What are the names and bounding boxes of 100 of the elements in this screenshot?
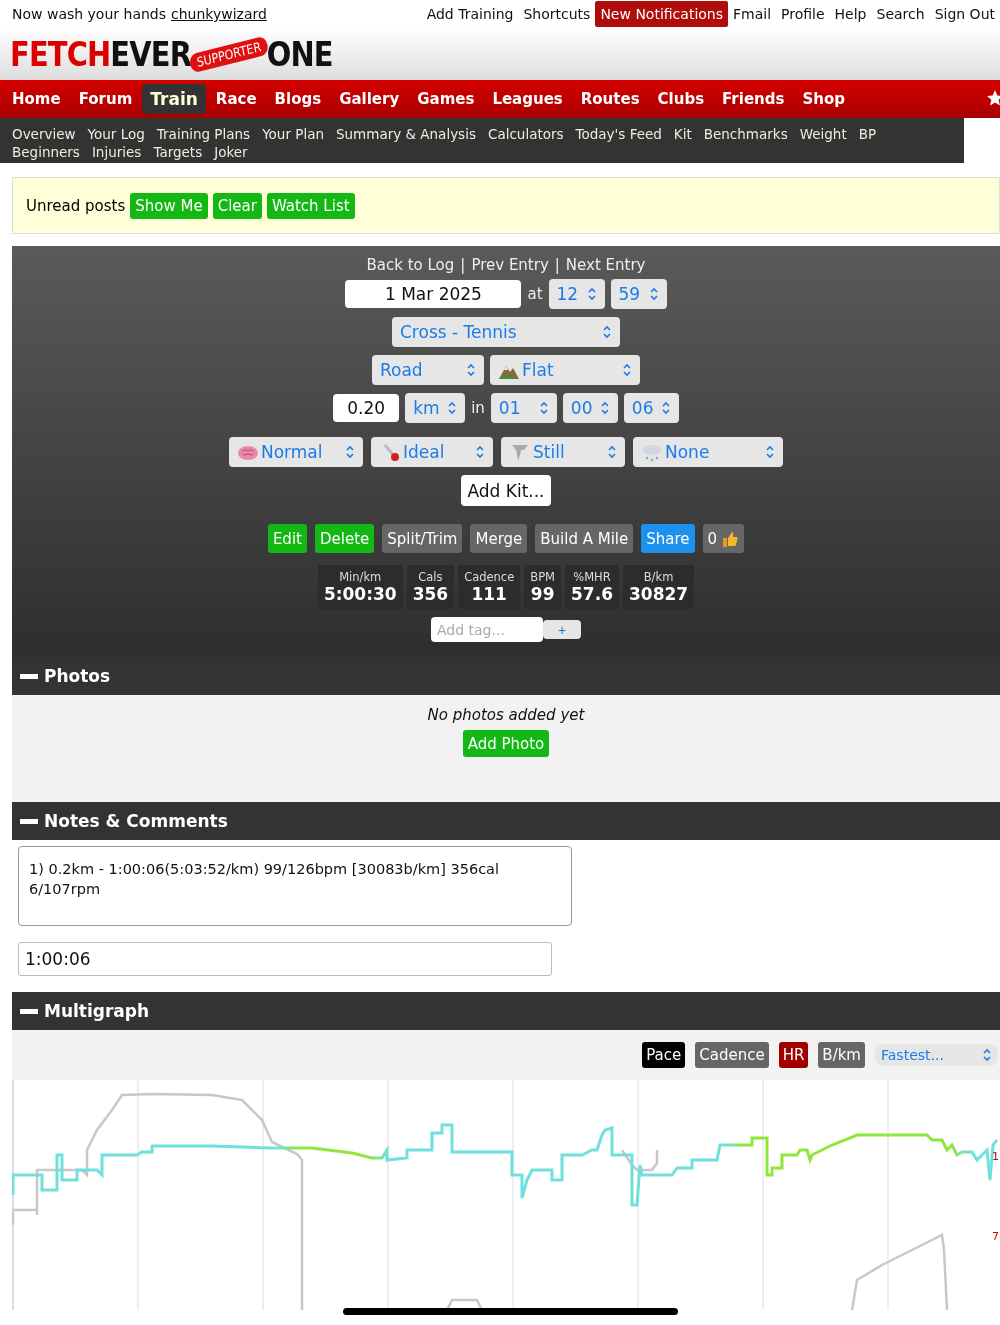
graph-toggle[interactable]: Pace: [642, 1042, 686, 1068]
time-field[interactable]: 1:00:06: [18, 942, 552, 976]
chevron-icon: [648, 287, 659, 301]
sub-nav-link[interactable]: Your Plan: [262, 126, 324, 143]
tornado-icon: [509, 442, 531, 462]
empty-message: No photos added yet: [427, 706, 585, 724]
chevron-icon: [622, 363, 632, 377]
in-label: in: [471, 399, 485, 417]
collapse-icon[interactable]: [20, 1008, 38, 1014]
tag-field[interactable]: Add tag...: [431, 617, 543, 642]
dropdown[interactable]: 00: [562, 393, 618, 423]
chevron-icon: [538, 401, 549, 415]
notice-label: Unread posts: [26, 196, 126, 215]
snow-cloud-icon: [641, 442, 663, 462]
dropdown[interactable]: 59: [610, 279, 667, 309]
collapse-icon[interactable]: [20, 673, 38, 679]
sub-nav-link[interactable]: Your Log: [87, 126, 145, 143]
sub-nav-link[interactable]: Calculators: [487, 126, 564, 143]
dropdown[interactable]: Still: [501, 437, 625, 467]
entry-link[interactable]: Prev Entry: [471, 256, 549, 274]
stat-value: 356: [412, 584, 449, 604]
notes-box[interactable]: 1) 0.2km - 1:00:06(5:03:52/km) 99/126bpm [30083b/km] 356cal 6/107rpm: [18, 846, 572, 926]
sub-nav-link[interactable]: Overview: [12, 126, 76, 143]
sub-nav-link[interactable]: Joker: [214, 144, 248, 161]
top-link[interactable]: Fmail: [728, 1, 777, 27]
top-link[interactable]: New Notifications: [595, 1, 728, 27]
dropdown[interactable]: Cross - Tennis: [392, 317, 620, 347]
stat-value: 30827: [628, 584, 689, 604]
action-button[interactable]: Split/Trim: [382, 524, 463, 553]
add-kit-button[interactable]: Add Kit...: [461, 475, 551, 506]
action-button[interactable]: Build A Mile: [535, 524, 634, 553]
dropdown[interactable]: 12: [548, 279, 605, 309]
dropdown[interactable]: km: [405, 393, 466, 423]
stat-label: BPM: [530, 570, 555, 584]
stat-label: Cals: [418, 570, 443, 584]
graph-toggle[interactable]: Cadence: [695, 1042, 769, 1068]
graph-toggle[interactable]: B/km: [818, 1042, 865, 1068]
nav-tab[interactable]: Race: [207, 80, 265, 118]
star-icon: [986, 89, 1000, 107]
sub-nav-link[interactable]: Weight: [799, 126, 847, 143]
dropdown[interactable]: 01: [490, 393, 557, 423]
sub-nav-link[interactable]: Beginners: [12, 144, 80, 161]
dropdown[interactable]: Flat: [490, 355, 640, 385]
stat-value: 57.6: [571, 584, 613, 604]
nav-tab[interactable]: Leagues: [484, 80, 571, 118]
sub-nav-link[interactable]: Injuries: [91, 144, 142, 161]
graph-toggle[interactable]: HR: [778, 1042, 809, 1068]
nav-tab[interactable]: Gallery: [331, 80, 408, 118]
chevron-icon: [607, 445, 617, 459]
sub-nav-link[interactable]: Training Plans: [156, 126, 251, 143]
username-link[interactable]: chunkywizard: [171, 6, 267, 22]
top-link[interactable]: Profile: [776, 1, 830, 27]
section-title: Multigraph: [44, 1001, 150, 1021]
dropdown[interactable]: Normal: [229, 437, 363, 467]
nav-tab[interactable]: Train: [142, 84, 206, 114]
sub-nav-link[interactable]: Kit: [673, 126, 692, 143]
dropdown[interactable]: Fastest...: [875, 1044, 998, 1066]
nav-tab[interactable]: Shop: [794, 80, 853, 118]
nav-tab[interactable]: Blogs: [266, 80, 330, 118]
top-link[interactable]: Help: [829, 1, 872, 27]
chevron-icon: [660, 401, 671, 415]
separator-text: |: [460, 256, 466, 274]
entry-link[interactable]: Back to Log: [366, 256, 455, 274]
nav-tab[interactable]: Friends: [714, 80, 793, 118]
action-button[interactable]: 0: [702, 524, 745, 553]
action-button[interactable]: Share: [641, 524, 695, 553]
dropdown[interactable]: 06: [623, 393, 679, 423]
action-button[interactable]: Merge: [470, 524, 528, 553]
separator-text: |: [554, 256, 560, 274]
nav-tab[interactable]: Clubs: [649, 80, 713, 118]
top-link[interactable]: Add Training: [421, 1, 519, 27]
axis-label: 7: [992, 1230, 999, 1243]
sub-nav-link[interactable]: Summary & Analysis: [335, 126, 476, 143]
collapse-icon[interactable]: [20, 818, 38, 824]
stat-value: 111: [471, 584, 507, 604]
nav-tab[interactable]: Forum: [70, 80, 141, 118]
add-tag-button[interactable]: +: [543, 620, 581, 639]
chevron-icon: [466, 363, 476, 377]
chevron-icon: [602, 325, 612, 339]
sub-nav-link[interactable]: Benchmarks: [703, 126, 788, 143]
sub-nav-link[interactable]: Today's Feed: [575, 126, 662, 143]
nav-tab[interactable]: Home: [4, 80, 69, 118]
chevron-icon: [447, 401, 458, 415]
stat-value: 99: [530, 584, 555, 604]
dropdown[interactable]: Road: [372, 355, 484, 385]
dropdown[interactable]: Ideal: [371, 437, 493, 467]
nav-tab[interactable]: Routes: [572, 80, 648, 118]
top-link[interactable]: Search: [871, 1, 930, 27]
sub-nav-link[interactable]: Targets: [153, 144, 203, 161]
chevron-icon: [586, 287, 597, 301]
entry-link[interactable]: Next Entry: [565, 256, 646, 274]
top-link[interactable]: Sign Out: [929, 1, 1000, 27]
sub-nav-link[interactable]: BP: [858, 126, 877, 143]
distance-field[interactable]: 0.20: [333, 394, 400, 422]
nav-tab[interactable]: Games: [409, 80, 483, 118]
date-field[interactable]: 1 Mar 2025: [345, 280, 522, 308]
dropdown[interactable]: None: [633, 437, 783, 467]
top-link[interactable]: Shortcuts: [518, 1, 596, 27]
section-title: Notes & Comments: [44, 811, 228, 831]
section-title: Photos: [44, 666, 111, 686]
